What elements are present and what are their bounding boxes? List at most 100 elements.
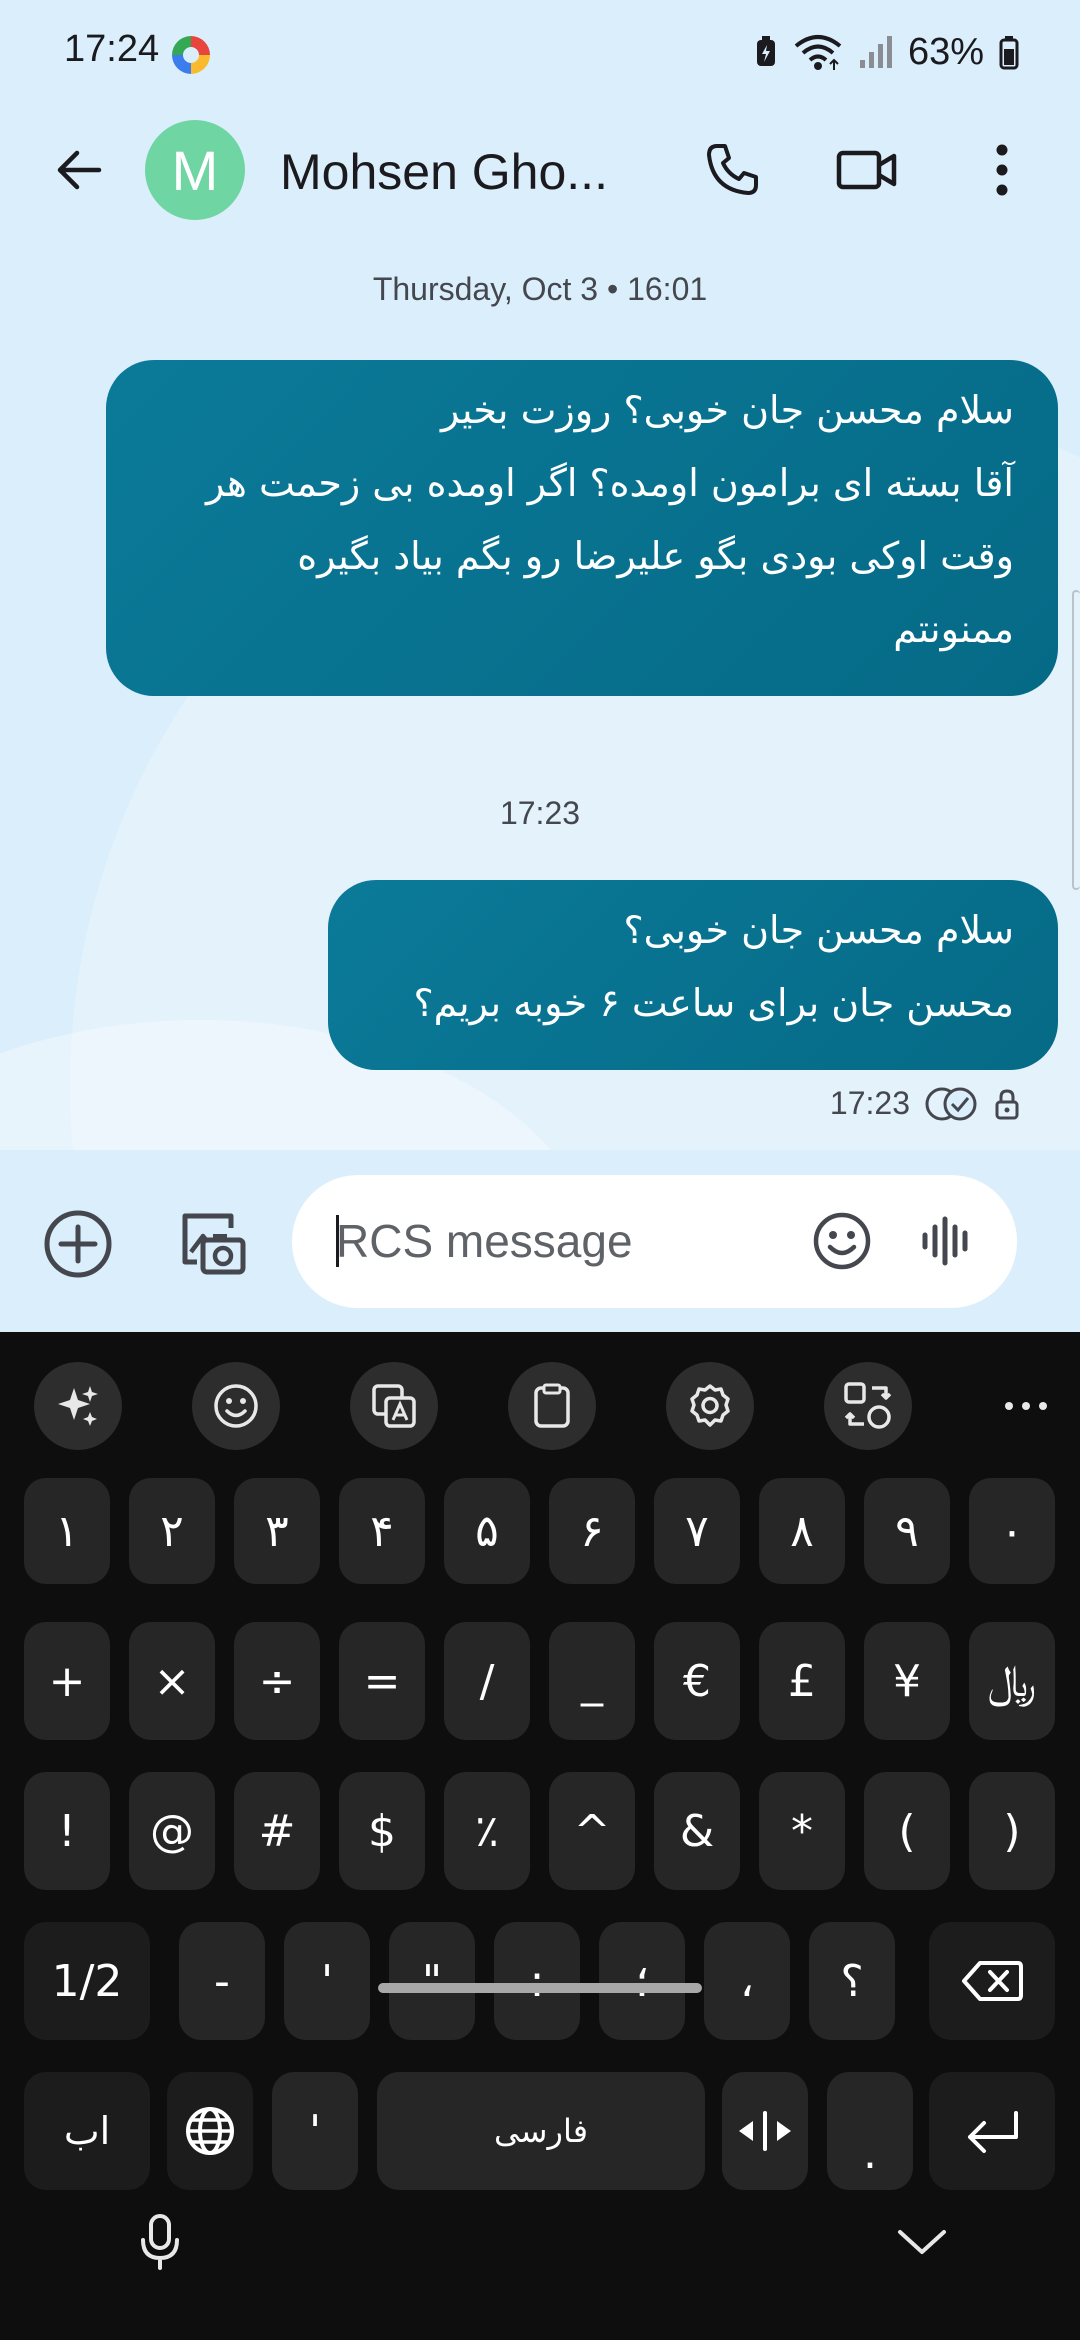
key[interactable]: $ xyxy=(339,1772,425,1890)
key[interactable]: × xyxy=(129,1622,215,1740)
call-button[interactable] xyxy=(697,135,767,205)
key[interactable]: ^ xyxy=(549,1772,635,1890)
voice-input-button[interactable] xyxy=(120,2192,200,2292)
key[interactable]: ﷼ xyxy=(969,1622,1055,1740)
key[interactable]: * xyxy=(759,1772,845,1890)
emoji-keyboard-button[interactable] xyxy=(192,1362,280,1450)
key[interactable]: € xyxy=(654,1622,740,1740)
key[interactable]: ۹ xyxy=(864,1478,950,1584)
key[interactable]: ۴ xyxy=(339,1478,425,1584)
key-label: ۹ xyxy=(895,1505,919,1557)
key[interactable]: ۰ xyxy=(969,1478,1055,1584)
key[interactable]: : xyxy=(494,1922,580,2040)
key[interactable]: £ xyxy=(759,1622,845,1740)
key-label: @ xyxy=(150,1805,194,1857)
avatar[interactable]: M xyxy=(145,120,245,220)
key-label: : xyxy=(529,1955,545,2007)
key[interactable]: / xyxy=(444,1622,530,1740)
space-key[interactable]: فارسی xyxy=(377,2072,705,2190)
more-tools-button[interactable] xyxy=(982,1362,1070,1450)
message-line: سلام محسن جان خوبی؟ xyxy=(623,908,1014,952)
key[interactable]: ÷ xyxy=(234,1622,320,1740)
key-label: " xyxy=(421,1955,443,2007)
hide-keyboard-button[interactable] xyxy=(882,2192,962,2292)
key[interactable]: ۷ xyxy=(654,1478,740,1584)
language-letters-key[interactable]: اب xyxy=(24,2072,150,2190)
enter-icon xyxy=(968,2111,1018,2153)
translate-icon xyxy=(372,1384,416,1428)
key-label: + xyxy=(48,1655,86,1707)
key[interactable]: ، xyxy=(704,1922,790,2040)
key[interactable]: . xyxy=(827,2072,913,2190)
voice-message-icon xyxy=(922,1216,968,1266)
key[interactable]: 1/2 xyxy=(24,1922,150,2040)
message-line: وقت اوکی بودی بگو علیرضا رو بگم بیاد بگی… xyxy=(297,534,1014,578)
attach-button[interactable] xyxy=(41,1207,115,1281)
key-label: ۵ xyxy=(475,1505,499,1557)
enter-key[interactable] xyxy=(929,2072,1055,2190)
key-label: £ xyxy=(788,1655,816,1707)
key[interactable]: ۸ xyxy=(759,1478,845,1584)
keyboard-settings-button[interactable] xyxy=(666,1362,754,1450)
key[interactable]: ' xyxy=(272,2072,358,2190)
key[interactable]: ( xyxy=(864,1772,950,1890)
message-input[interactable] xyxy=(336,1205,776,1277)
key[interactable]: ؟ xyxy=(809,1922,895,2040)
gallery-button[interactable] xyxy=(176,1207,250,1281)
battery-saver-icon xyxy=(756,36,775,66)
key[interactable]: # xyxy=(234,1772,320,1890)
key[interactable]: " xyxy=(389,1922,475,2040)
key[interactable]: ٪ xyxy=(444,1772,530,1890)
key-label: فارسی xyxy=(494,2112,588,2150)
key-label: ' xyxy=(308,2105,322,2157)
key[interactable]: ۱ xyxy=(24,1478,110,1584)
signal-icon xyxy=(859,36,892,68)
key[interactable]: ۶ xyxy=(549,1478,635,1584)
emoji-button[interactable] xyxy=(805,1204,879,1278)
key[interactable]: ' xyxy=(284,1922,370,2040)
message-bubble[interactable]: سلام محسن جان خوبی؟ محسن جان برای ساعت ۶… xyxy=(328,880,1058,1070)
key-label: ۰ xyxy=(1000,1505,1024,1557)
home-indicator[interactable] xyxy=(378,1983,702,1993)
mode-switch-button[interactable] xyxy=(824,1362,912,1450)
video-call-button[interactable] xyxy=(832,135,902,205)
key[interactable]: @ xyxy=(129,1772,215,1890)
message-timestamp: 17:23 xyxy=(829,1085,910,1121)
key[interactable]: ۲ xyxy=(129,1478,215,1584)
key[interactable]: ! xyxy=(24,1772,110,1890)
key-label: ! xyxy=(58,1805,76,1857)
scrollbar[interactable] xyxy=(1072,590,1080,890)
emoji-icon xyxy=(813,1212,871,1270)
ai-tools-button[interactable] xyxy=(34,1362,122,1450)
voice-message-button[interactable] xyxy=(910,1204,984,1278)
message-field[interactable] xyxy=(292,1175,1017,1308)
ai-sparkle-icon xyxy=(58,1386,98,1426)
key-label: - xyxy=(214,1955,230,2007)
key[interactable]: ) xyxy=(969,1772,1055,1890)
key[interactable]: - xyxy=(179,1922,265,2040)
key-label: ۲ xyxy=(160,1505,184,1557)
key[interactable]: & xyxy=(654,1772,740,1890)
key-label: ÷ xyxy=(258,1655,296,1707)
key[interactable]: ¥ xyxy=(864,1622,950,1740)
backspace-key[interactable] xyxy=(929,1922,1055,2040)
more-options-button[interactable] xyxy=(967,135,1037,205)
key[interactable]: ؛ xyxy=(599,1922,685,2040)
key[interactable]: ۳ xyxy=(234,1478,320,1584)
add-circle-icon xyxy=(44,1210,112,1278)
key[interactable]: ۵ xyxy=(444,1478,530,1584)
key[interactable]: + xyxy=(24,1622,110,1740)
back-button[interactable] xyxy=(44,135,114,205)
cursor-move-key[interactable] xyxy=(722,2072,808,2190)
translate-button[interactable] xyxy=(350,1362,438,1450)
contact-name[interactable]: Mohsen Gho... xyxy=(280,143,620,201)
key[interactable]: = xyxy=(339,1622,425,1740)
globe-icon xyxy=(186,2107,234,2155)
wifi-icon xyxy=(794,35,842,70)
message-bubble[interactable]: سلام محسن جان خوبی؟ روزت بخیر آقا بسته ا… xyxy=(106,360,1058,696)
key[interactable]: _ xyxy=(549,1622,635,1740)
emoji-icon xyxy=(214,1384,258,1428)
conversation-view[interactable]: Thursday, Oct 3 • 16:01 سلام محسن جان خو… xyxy=(0,235,1080,1150)
language-switch-key[interactable] xyxy=(167,2072,253,2190)
clipboard-button[interactable] xyxy=(508,1362,596,1450)
